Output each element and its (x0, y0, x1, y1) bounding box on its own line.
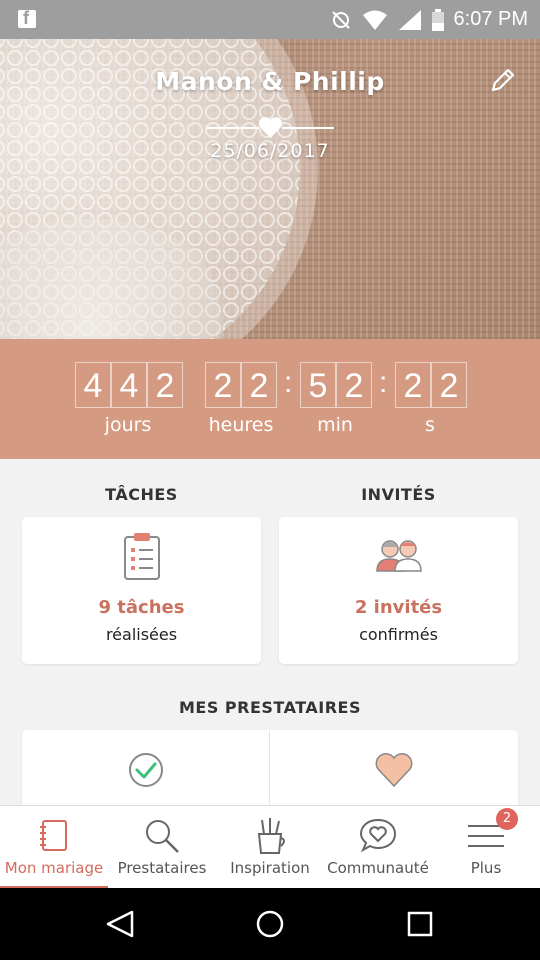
search-icon (146, 820, 179, 853)
checkmark-circle-icon (128, 753, 163, 787)
guests-couple-icon (375, 540, 422, 572)
countdown-hours-digit: 2 (241, 362, 277, 408)
countdown-days-digit: 4 (75, 362, 111, 408)
countdown-seconds-digit: 2 (395, 362, 431, 408)
heart-chat-icon (359, 818, 397, 853)
signal-icon (398, 9, 421, 30)
countdown-days-label: jours (104, 414, 152, 436)
guests-card[interactable]: 2 invités confirmés (279, 517, 518, 664)
status-time: 6:07 PM (453, 8, 528, 30)
back-icon[interactable] (104, 908, 136, 940)
status-icons: 6:07 PM (330, 8, 528, 31)
countdown-seconds-digit: 2 (431, 362, 467, 408)
battery-icon (431, 8, 444, 31)
nav-communaute[interactable]: Communauté (324, 806, 432, 889)
notebook-icon (40, 820, 67, 851)
tasks-title: TÂCHES (105, 485, 178, 504)
nav-label: Mon mariage (4, 859, 104, 877)
tasks-count: 9 tâches (98, 597, 185, 618)
nav-label: Communauté (327, 859, 429, 877)
countdown-hours-digit: 2 (205, 362, 241, 408)
countdown-days-digit: 2 (147, 362, 183, 408)
countdown-days-digit: 4 (111, 362, 147, 408)
nav-mon-mariage[interactable]: Mon mariage (0, 806, 108, 889)
countdown-minutes-digit: 5 (300, 362, 336, 408)
guests-count: 2 invités (354, 597, 443, 618)
nav-label: Prestataires (117, 859, 207, 877)
brushes-cup-icon (257, 818, 285, 854)
countdown-minutes-label: min (317, 414, 353, 436)
heart-icon (375, 753, 413, 788)
countdown-minutes-digit: 2 (336, 362, 372, 408)
recents-icon[interactable] (404, 908, 436, 940)
guests-title: INVITÉS (361, 485, 436, 504)
clipboard-checklist-icon (123, 533, 160, 580)
notification-badge: 2 (496, 808, 518, 830)
wedding-date: 25/06/2017 (210, 140, 330, 162)
nav-inspiration[interactable]: Inspiration (216, 806, 324, 889)
home-icon[interactable] (254, 908, 286, 940)
no-sync-icon (331, 10, 350, 29)
countdown-separator: : (284, 366, 293, 399)
nav-label: Plus (470, 859, 502, 877)
facebook-icon (18, 8, 36, 29)
couple-names: Manon & Phillip (155, 67, 385, 96)
nav-label: Inspiration (230, 859, 310, 877)
hero-banner: Manon & Phillip 25/06/2017 (0, 39, 540, 339)
heart-divider-icon (207, 117, 334, 138)
nav-prestataires[interactable]: Prestataires (108, 806, 216, 889)
countdown-seconds-label: s (425, 414, 435, 436)
guests-subtitle: confirmés (359, 625, 438, 644)
tasks-card[interactable]: 9 tâches réalisées (22, 517, 261, 664)
edit-pencil-icon[interactable] (488, 65, 518, 95)
system-navigation-bar (0, 888, 540, 960)
countdown: 4 4 2 2 2 : 5 2 : 2 2 jours heures min s (0, 339, 540, 459)
tasks-subtitle: réalisées (105, 625, 178, 644)
nav-plus[interactable]: 2 Plus (432, 806, 540, 889)
wifi-icon (362, 10, 387, 30)
bottom-navigation: Mon mariage Prestataires Inspiration Com… (0, 805, 540, 889)
countdown-separator: : (379, 366, 388, 399)
vendors-title: MES PRESTATAIRES (178, 698, 362, 717)
status-bar: 6:07 PM (0, 0, 540, 39)
